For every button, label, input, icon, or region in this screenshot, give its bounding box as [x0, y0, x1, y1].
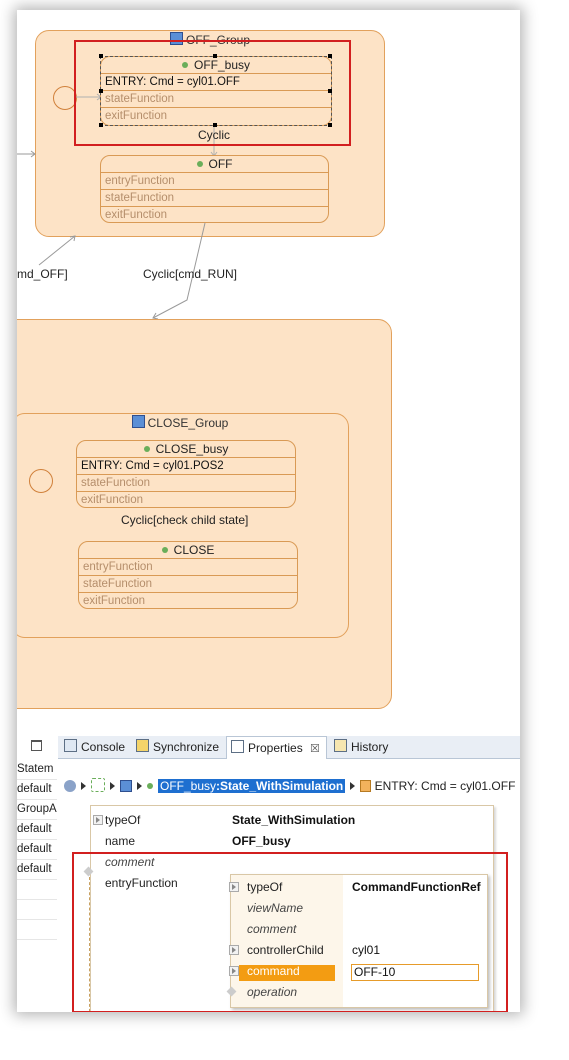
state-entry-row[interactable]: entryFunction: [101, 173, 328, 190]
outline-item: [17, 900, 57, 920]
diagram-canvas[interactable]: OFF_Group OFF_busy ENTRY: Cmd = cyl01.OF…: [17, 10, 520, 730]
property-row-typeof[interactable]: typeOf State_WithSimulation: [91, 810, 493, 831]
tab-history[interactable]: History: [334, 736, 388, 758]
chevron-right-icon[interactable]: [350, 782, 356, 790]
property-row-name[interactable]: name OFF_busy: [91, 831, 493, 852]
property-value: State_WithSimulation: [232, 813, 356, 827]
network-icon[interactable]: [91, 778, 105, 792]
state-close[interactable]: CLOSE entryFunction stateFunction exitFu…: [78, 541, 298, 609]
view-tabs: Console Synchronize Properties ☒ History: [58, 736, 520, 759]
state-exit-row[interactable]: exitFunction: [101, 207, 328, 222]
list-icon[interactable]: [360, 780, 372, 792]
state-off[interactable]: OFF entryFunction stateFunction exitFunc…: [100, 155, 329, 223]
tab-properties[interactable]: Properties ☒: [226, 736, 327, 759]
highlight-box-entry-function: [72, 852, 508, 1012]
state-indicator-icon: [147, 783, 153, 789]
chevron-right-icon[interactable]: [110, 782, 115, 790]
state-name: CLOSE_busy: [155, 442, 229, 456]
state-name: OFF: [208, 157, 233, 171]
maximize-icon[interactable]: [31, 740, 42, 751]
tab-synchronize[interactable]: Synchronize: [136, 736, 219, 758]
state-entry-row[interactable]: entryFunction: [79, 559, 297, 576]
state-indicator-icon: [196, 161, 203, 167]
outline-item: [17, 920, 57, 940]
state-function-row[interactable]: stateFunction: [101, 190, 328, 207]
properties-icon: [231, 740, 244, 753]
state-function-row[interactable]: stateFunction: [77, 475, 295, 492]
close-group-title: CLOSE_Group: [17, 415, 348, 430]
state-close-busy[interactable]: CLOSE_busy ENTRY: Cmd = cyl01.POS2 state…: [76, 440, 296, 508]
state-close-busy-header: CLOSE_busy: [77, 441, 295, 458]
outline-item[interactable]: default: [17, 780, 57, 800]
outline-item[interactable]: GroupA: [17, 800, 57, 820]
state-function-row[interactable]: stateFunction: [79, 576, 297, 593]
group-icon: [131, 415, 145, 428]
transition-label-check-child[interactable]: Cyclic[check child state]: [121, 513, 248, 527]
tab-label: Synchronize: [153, 740, 220, 754]
window-frame: OFF_Group OFF_busy ENTRY: Cmd = cyl01.OF…: [17, 10, 520, 1012]
group-icon[interactable]: [120, 780, 132, 792]
breadcrumb-selected[interactable]: OFF_busy:State_WithSimulation: [158, 779, 346, 793]
outline-item[interactable]: Statem: [17, 760, 57, 780]
chevron-right-icon[interactable]: [81, 782, 86, 790]
gears-icon[interactable]: [64, 780, 76, 792]
state-exit-row[interactable]: exitFunction: [79, 593, 297, 608]
transition-label-cmd-off[interactable]: md_OFF]: [17, 267, 68, 281]
tab-label: History: [351, 740, 389, 754]
state-close-header: CLOSE: [79, 542, 297, 559]
state-off-header: OFF: [101, 156, 328, 173]
state-entry-row[interactable]: ENTRY: Cmd = cyl01.POS2: [77, 458, 295, 475]
breadcrumb-next[interactable]: ENTRY: Cmd = cyl01.OFF: [375, 779, 516, 793]
outline-item: [17, 880, 57, 900]
transition-label-cmd-run[interactable]: Cyclic[cmd_RUN]: [143, 267, 237, 281]
tab-label: Console: [81, 740, 126, 754]
console-icon: [64, 739, 77, 752]
property-key: typeOf: [105, 813, 141, 827]
history-icon: [334, 739, 347, 752]
breadcrumb-selected-name: OFF_busy: [160, 779, 217, 793]
tab-label: Properties: [248, 741, 303, 755]
transition-label-cyclic[interactable]: Cyclic: [198, 128, 230, 142]
chevron-right-icon[interactable]: [137, 782, 142, 790]
property-value: OFF_busy: [232, 834, 291, 848]
breadcrumb-selected-type: :State_WithSimulation: [216, 779, 344, 793]
outline-item[interactable]: default: [17, 840, 57, 860]
state-exit-row[interactable]: exitFunction: [77, 492, 295, 507]
outline-item[interactable]: default: [17, 820, 57, 840]
outline-pane[interactable]: Statem default GroupA default default de…: [17, 760, 57, 1012]
close-group-initial-node[interactable]: [29, 469, 53, 493]
close-group-title-text: CLOSE_Group: [147, 416, 229, 430]
synchronize-icon: [136, 739, 149, 752]
close-icon[interactable]: ☒: [310, 743, 320, 755]
outline-item[interactable]: default: [17, 860, 57, 880]
expand-icon[interactable]: [93, 815, 103, 825]
state-indicator-icon: [161, 547, 168, 553]
state-name: CLOSE: [173, 543, 215, 557]
property-key: name: [105, 834, 136, 848]
state-indicator-icon: [143, 446, 150, 452]
breadcrumb: OFF_busy:State_WithSimulation ENTRY: Cmd…: [64, 778, 520, 796]
tab-console[interactable]: Console: [64, 736, 125, 758]
